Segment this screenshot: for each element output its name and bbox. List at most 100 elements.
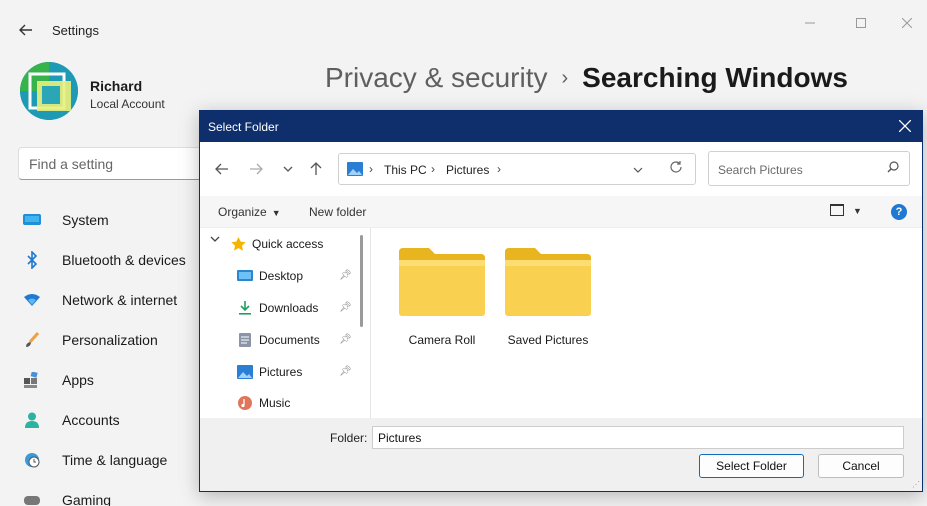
folder-label: Saved Pictures bbox=[507, 333, 589, 347]
search-pictures-input[interactable]: Search Pictures bbox=[708, 151, 910, 186]
folder-item-saved-pictures[interactable]: Saved Pictures bbox=[491, 248, 591, 348]
minimize-icon bbox=[805, 22, 815, 24]
tree-item-label: Documents bbox=[259, 333, 320, 347]
refresh-button[interactable] bbox=[669, 160, 683, 178]
address-segment-pictures[interactable]: Pictures bbox=[446, 163, 489, 177]
tree-item-label: Music bbox=[259, 396, 291, 410]
tree-item-downloads[interactable]: Downloads bbox=[237, 297, 318, 319]
folder-icon bbox=[505, 248, 591, 316]
search-placeholder: Search Pictures bbox=[718, 163, 803, 177]
refresh-icon bbox=[670, 161, 682, 173]
nav-item-time-language[interactable]: Time & language bbox=[22, 442, 222, 478]
find-setting-input[interactable]: Find a setting bbox=[18, 147, 218, 180]
help-button[interactable]: ? bbox=[891, 204, 907, 220]
avatar-logo-icon bbox=[20, 62, 78, 120]
gamepad-icon bbox=[22, 490, 42, 506]
maximize-icon bbox=[856, 18, 866, 28]
command-bar: Organize ▼ New folder ▼ ? bbox=[200, 196, 922, 228]
page-title: Privacy & security › Searching Windows bbox=[325, 62, 848, 94]
apps-icon bbox=[22, 370, 42, 390]
caret-down-icon: ▼ bbox=[271, 208, 281, 218]
nav-item-accounts[interactable]: Accounts bbox=[22, 402, 222, 438]
pictures-location-icon bbox=[347, 162, 363, 176]
search-icon bbox=[887, 161, 899, 176]
dialog-titlebar: Select Folder bbox=[200, 111, 922, 142]
nav-label: Gaming bbox=[62, 492, 112, 506]
pin-icon[interactable]: 📌︎ bbox=[339, 270, 352, 281]
close-window-button[interactable] bbox=[892, 12, 922, 34]
select-folder-button[interactable]: Select Folder bbox=[699, 454, 804, 478]
back-arrow-icon bbox=[215, 163, 228, 175]
nav-label: System bbox=[62, 212, 109, 228]
pin-icon[interactable]: 📌︎ bbox=[339, 366, 352, 377]
person-icon bbox=[22, 410, 42, 430]
nav-item-apps[interactable]: Apps bbox=[22, 362, 222, 398]
tree-item-pictures[interactable]: Pictures bbox=[237, 361, 302, 383]
pictures-icon bbox=[237, 365, 253, 379]
clock-globe-icon bbox=[22, 450, 42, 470]
maximize-button[interactable] bbox=[846, 12, 876, 34]
close-icon bbox=[902, 18, 912, 28]
tree-item-label: Pictures bbox=[259, 365, 303, 379]
up-button[interactable] bbox=[306, 159, 326, 179]
dialog-title: Select Folder bbox=[208, 120, 279, 134]
tree-item-desktop[interactable]: Desktop bbox=[237, 265, 303, 287]
nav-label: Bluetooth & devices bbox=[62, 252, 186, 268]
profile-account-type: Local Account bbox=[90, 97, 165, 111]
tree-item-quick-access[interactable]: Quick access bbox=[230, 233, 323, 255]
organize-label: Organize bbox=[218, 205, 267, 219]
back-arrow-icon bbox=[19, 24, 32, 36]
address-segment-this-pc[interactable]: This PC bbox=[384, 163, 427, 177]
caret-down-icon[interactable]: ▼ bbox=[853, 206, 862, 216]
nav-item-network[interactable]: Network & internet bbox=[22, 282, 222, 318]
avatar bbox=[20, 62, 78, 120]
close-icon bbox=[899, 120, 911, 132]
new-folder-button[interactable]: New folder bbox=[309, 205, 366, 219]
music-icon bbox=[237, 396, 253, 410]
nav-item-system[interactable]: System bbox=[22, 202, 222, 238]
forward-arrow-icon bbox=[250, 163, 263, 175]
navigation-tree: Quick access Desktop 📌︎ Downloads 📌︎ Doc… bbox=[200, 228, 362, 418]
recent-locations-button[interactable] bbox=[278, 159, 298, 179]
wifi-icon bbox=[22, 290, 42, 310]
folder-label: Camera Roll bbox=[408, 333, 476, 347]
cancel-button[interactable]: Cancel bbox=[818, 454, 904, 478]
nav-label: Accounts bbox=[62, 412, 120, 428]
nav-item-gaming[interactable]: Gaming bbox=[22, 482, 222, 506]
address-bar[interactable]: › This PC › Pictures › bbox=[338, 153, 696, 185]
folder-field-label: Folder: bbox=[330, 431, 368, 445]
pin-icon[interactable]: 📌︎ bbox=[339, 334, 352, 345]
address-separator: › bbox=[369, 162, 373, 176]
folder-item-camera-roll[interactable]: Camera Roll bbox=[385, 248, 485, 348]
address-dropdown-button[interactable] bbox=[633, 162, 643, 176]
nav-label: Network & internet bbox=[62, 292, 178, 308]
breadcrumb-separator: › bbox=[561, 67, 569, 89]
tree-scrollbar[interactable] bbox=[360, 235, 363, 327]
tree-item-label: Quick access bbox=[252, 237, 324, 251]
folder-name-input[interactable]: Pictures bbox=[372, 426, 904, 449]
chevron-down-icon[interactable] bbox=[210, 234, 220, 244]
tree-item-label: Downloads bbox=[259, 301, 319, 315]
brush-icon bbox=[22, 330, 42, 350]
dialog-close-button[interactable] bbox=[896, 117, 914, 135]
tree-item-label: Desktop bbox=[259, 269, 304, 283]
star-icon bbox=[230, 237, 246, 251]
tree-item-documents[interactable]: Documents bbox=[237, 329, 320, 351]
back-button[interactable] bbox=[212, 159, 232, 179]
monitor-icon bbox=[22, 210, 42, 230]
nav-label: Personalization bbox=[62, 332, 158, 348]
nav-item-bluetooth[interactable]: Bluetooth & devices bbox=[22, 242, 222, 278]
back-button[interactable] bbox=[14, 18, 38, 42]
breadcrumb-parent[interactable]: Privacy & security bbox=[325, 62, 548, 93]
tree-item-music[interactable]: Music bbox=[237, 392, 290, 414]
view-options-icon[interactable] bbox=[830, 204, 844, 216]
forward-button[interactable] bbox=[246, 159, 266, 179]
resize-grip-icon[interactable]: ⋰ bbox=[912, 480, 920, 489]
nav-item-personalization[interactable]: Personalization bbox=[22, 322, 222, 358]
app-title: Settings bbox=[52, 23, 99, 38]
minimize-button[interactable] bbox=[795, 12, 825, 34]
pin-icon[interactable]: 📌︎ bbox=[339, 302, 352, 313]
organize-button[interactable]: Organize ▼ bbox=[218, 205, 281, 219]
chevron-down-icon bbox=[633, 167, 643, 173]
address-separator: › bbox=[497, 162, 501, 176]
